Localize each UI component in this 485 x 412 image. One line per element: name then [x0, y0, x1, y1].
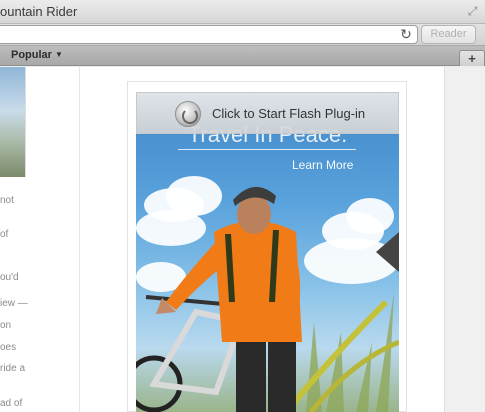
text-fragment: ride a: [0, 363, 26, 374]
address-toolbar: ↻ Reader: [0, 24, 485, 46]
sidebar-thumbnail[interactable]: [0, 67, 26, 177]
title-bar: ountain Rider ⤢: [0, 0, 485, 24]
text-fragment: on: [0, 320, 12, 331]
text-fragment: of: [0, 229, 9, 240]
left-sidebar: not of ou'd iew — on oes ride a ad of: [0, 67, 80, 412]
popular-label: Popular: [11, 49, 52, 61]
text-fragment: ad of: [0, 398, 23, 409]
browser-window: ountain Rider ⤢ ↻ Reader Popular ▼ + not …: [0, 0, 485, 412]
address-field[interactable]: ↻: [0, 25, 418, 44]
window-title: ountain Rider: [0, 4, 78, 19]
bookmarks-bar: Popular ▼ +: [0, 46, 485, 66]
text-fragment: iew —: [0, 298, 28, 309]
expand-icon[interactable]: ⤢: [466, 5, 479, 18]
text-fragment: oes: [0, 342, 17, 353]
flash-plugin-icon: [175, 101, 201, 127]
chevron-down-icon: ▼: [54, 50, 63, 59]
flash-ad[interactable]: Travel In Peace. Learn More Click to Sta…: [136, 92, 399, 412]
cyclist-photo: [136, 186, 399, 412]
web-page: not of ou'd iew — on oes ride a ad of Tr…: [0, 67, 485, 412]
popular-menu[interactable]: Popular ▼: [11, 49, 63, 61]
right-sidebar: [444, 67, 485, 412]
text-fragment: not: [0, 195, 14, 206]
reload-icon[interactable]: ↻: [399, 27, 413, 42]
text-fragment: ou'd: [0, 272, 19, 283]
reader-button[interactable]: Reader: [421, 25, 476, 44]
flash-plugin-bar[interactable]: Click to Start Flash Plug-in: [136, 92, 399, 134]
new-tab-button[interactable]: +: [459, 50, 485, 66]
flash-prompt: Click to Start Flash Plug-in: [212, 106, 366, 121]
